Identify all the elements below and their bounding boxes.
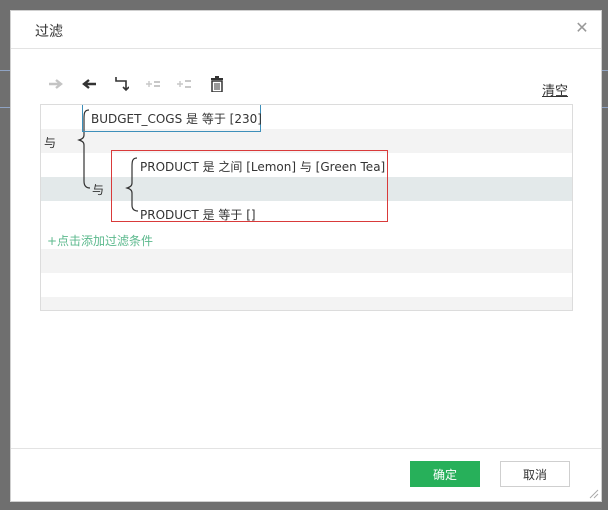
- ok-button[interactable]: 确定: [410, 461, 480, 487]
- filter-row: [41, 297, 572, 310]
- arrow-right-icon[interactable]: [46, 75, 66, 93]
- group-condition[interactable]: PRODUCT 是 之间 [Lemon] 与 [Green Tea]: [140, 158, 385, 175]
- root-operator[interactable]: 与: [44, 134, 56, 151]
- cancel-button[interactable]: 取消: [500, 461, 570, 487]
- filter-condition[interactable]: BUDGET_COGS 是 等于 [230]: [91, 110, 262, 127]
- trash-icon[interactable]: [207, 75, 227, 93]
- clear-link[interactable]: 清空: [542, 80, 568, 99]
- filter-row: [41, 249, 572, 273]
- group-condition[interactable]: PRODUCT 是 等于 []: [140, 206, 256, 223]
- add-condition-icon[interactable]: [143, 75, 163, 93]
- resize-handle-icon[interactable]: [587, 487, 599, 499]
- add-group-icon[interactable]: [174, 75, 194, 93]
- wrap-arrow-icon[interactable]: [111, 75, 131, 93]
- dialog-header: 过滤 ✕: [11, 11, 601, 49]
- dialog-title: 过滤: [35, 24, 63, 40]
- filter-panel: BUDGET_COGS 是 等于 [230] 与 PRODUCT 是 之间 [L…: [40, 104, 573, 311]
- group-operator[interactable]: 与: [92, 181, 104, 198]
- filter-dialog: 过滤 ✕ 清空 BUDGET_COGS 是 等于 [230] 与 PRODUCT…: [10, 10, 602, 502]
- add-filter-link[interactable]: +点击添加过滤条件: [47, 232, 153, 249]
- dialog-footer: 确定 取消: [11, 448, 601, 502]
- filter-row: [41, 273, 572, 297]
- close-icon[interactable]: ✕: [573, 19, 591, 37]
- arrow-left-icon[interactable]: [79, 75, 99, 93]
